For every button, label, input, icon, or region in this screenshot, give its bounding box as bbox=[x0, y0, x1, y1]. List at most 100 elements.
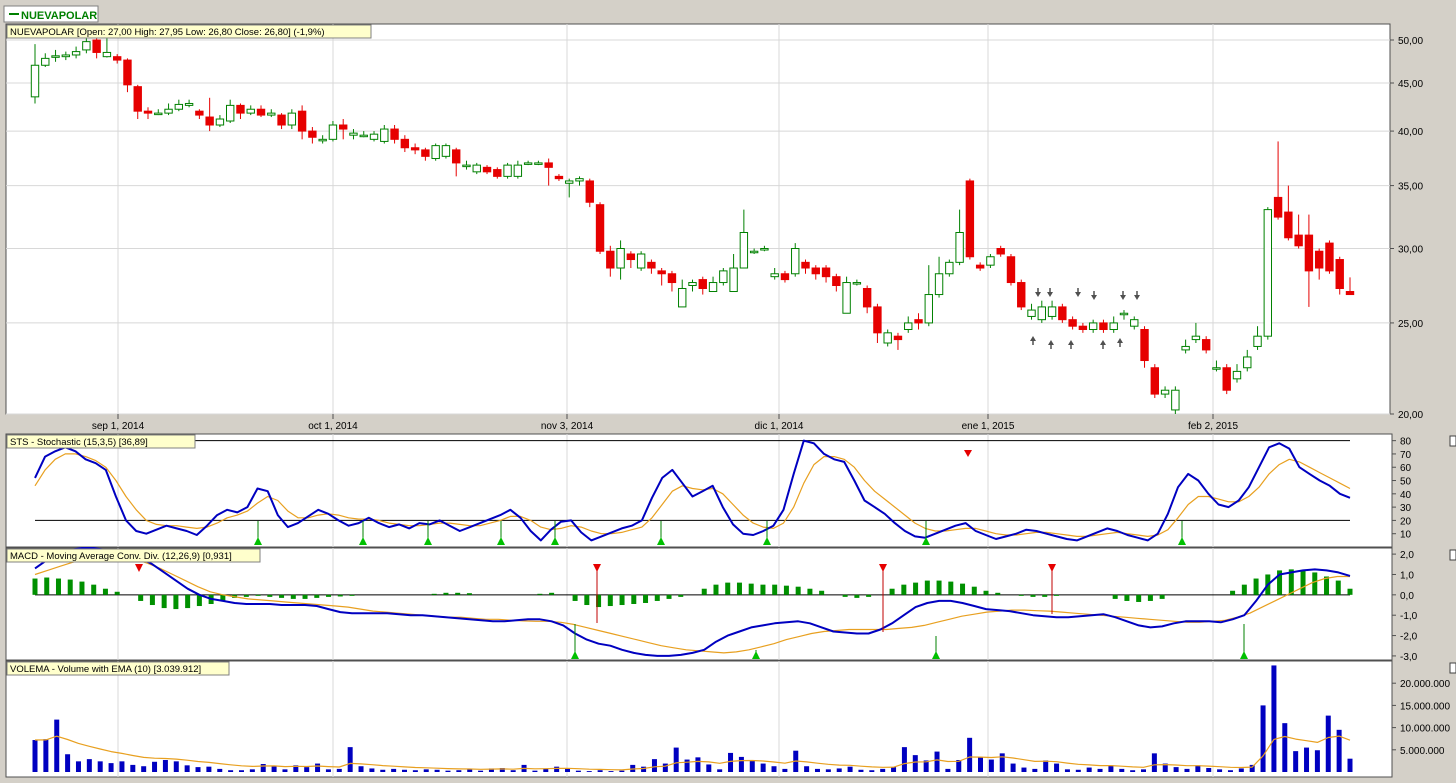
candle-down bbox=[801, 261, 810, 269]
macd-histogram-bar bbox=[455, 592, 461, 595]
volume-bar bbox=[945, 768, 951, 772]
candle-down bbox=[1058, 306, 1067, 321]
volume-bar bbox=[706, 764, 712, 772]
price-plot-area bbox=[5, 23, 1391, 415]
macd-histogram-bar bbox=[1112, 594, 1118, 599]
price-tick-label: 25,00 bbox=[1398, 319, 1423, 330]
volume-bar bbox=[1141, 769, 1147, 772]
volume-bar bbox=[412, 770, 418, 772]
volume-bar bbox=[1151, 753, 1157, 772]
volume-bar bbox=[336, 768, 342, 772]
volume-bar bbox=[195, 767, 201, 772]
candle-up bbox=[1160, 389, 1170, 395]
volume-bar bbox=[836, 768, 842, 772]
candle-down bbox=[92, 39, 101, 53]
candle-up bbox=[1119, 312, 1129, 316]
candle-up bbox=[904, 322, 913, 331]
macd-histogram-bar bbox=[772, 584, 778, 595]
volume-bar bbox=[554, 766, 560, 772]
candle-down bbox=[821, 267, 831, 278]
macd-histogram-bar bbox=[314, 594, 320, 598]
volume-bar bbox=[1032, 768, 1038, 772]
volume-bar bbox=[695, 757, 701, 772]
volume-bar bbox=[162, 760, 168, 772]
volume-bar bbox=[434, 769, 440, 772]
volume-bar bbox=[1043, 760, 1049, 772]
macd-histogram-bar bbox=[783, 585, 789, 595]
candle-up bbox=[1253, 335, 1262, 347]
macd-plot-area bbox=[5, 547, 1393, 661]
volume-bar bbox=[141, 766, 147, 772]
candle-down bbox=[1017, 282, 1026, 308]
candle-up bbox=[565, 180, 574, 184]
volume-bar bbox=[456, 770, 462, 772]
macd-histogram-bar bbox=[1347, 588, 1353, 595]
volume-collapse-button[interactable] bbox=[1449, 662, 1456, 674]
sts-collapse-button[interactable] bbox=[1449, 435, 1456, 447]
candle-up bbox=[1109, 322, 1118, 331]
candle-down bbox=[482, 166, 492, 173]
date-label: feb 2, 2015 bbox=[1188, 421, 1238, 432]
macd-histogram-bar bbox=[643, 594, 649, 603]
macd-histogram-bar bbox=[1030, 594, 1036, 597]
candle-up bbox=[719, 270, 728, 284]
volume-bar bbox=[402, 769, 408, 772]
candle-up bbox=[1171, 389, 1180, 411]
candle-down bbox=[143, 110, 153, 114]
macd-histogram-bar bbox=[866, 594, 872, 597]
candle-down bbox=[133, 86, 142, 112]
volume-bar bbox=[749, 760, 755, 772]
candle-up bbox=[102, 51, 112, 58]
volume-bar bbox=[86, 759, 92, 772]
candle-up bbox=[1212, 367, 1221, 370]
sts-panel-title: STS - Stochastic (15,3,5) [36,89] bbox=[10, 437, 148, 448]
candle-down bbox=[1006, 256, 1016, 284]
candle-up bbox=[934, 273, 944, 296]
stock-chart-window: NUEVAPOLAR 50,00 45,00 40,00 35,00 30,00 25,0… bbox=[0, 0, 1456, 783]
candle-up bbox=[349, 132, 358, 136]
symbol-tab[interactable]: NUEVAPOLAR bbox=[3, 5, 99, 23]
macd-histogram-bar bbox=[243, 594, 249, 597]
volume-bar bbox=[1271, 665, 1277, 772]
macd-panel-title: MACD - Moving Average Conv. Div. (12,26,… bbox=[10, 551, 232, 562]
volume-bar bbox=[510, 770, 516, 772]
macd-histogram-bar bbox=[666, 594, 672, 599]
sts-tick-label: 20 bbox=[1400, 516, 1412, 527]
volume-bar bbox=[891, 767, 897, 772]
volume-bar bbox=[1238, 768, 1244, 772]
sts-tick-label: 30 bbox=[1400, 503, 1412, 514]
volume-bar bbox=[206, 766, 212, 772]
volume-bar bbox=[478, 770, 484, 772]
macd-histogram-bar bbox=[1159, 594, 1165, 599]
volume-bar bbox=[1304, 747, 1310, 772]
volume-bar bbox=[912, 755, 918, 772]
macd-tick-label: 0,0 bbox=[1400, 591, 1414, 602]
macd-histogram-bar bbox=[1230, 590, 1236, 595]
volume-bar bbox=[586, 771, 592, 772]
candle-up bbox=[1130, 319, 1139, 327]
macd-histogram-bar bbox=[173, 594, 179, 610]
candle-down bbox=[1140, 329, 1149, 362]
volume-bar bbox=[934, 751, 940, 772]
candle-up bbox=[41, 57, 50, 66]
sts-tick-label: 60 bbox=[1400, 463, 1412, 474]
macd-histogram-bar bbox=[971, 586, 977, 595]
candle-up bbox=[523, 162, 533, 165]
candle-down bbox=[996, 248, 1005, 255]
candle-up bbox=[1181, 345, 1190, 351]
macd-histogram-bar bbox=[196, 594, 202, 607]
macd-histogram-bar bbox=[795, 586, 801, 595]
macd-histogram-bar bbox=[1136, 594, 1142, 602]
volume-bar bbox=[771, 766, 777, 772]
volume-tick-label: 20.000.000 bbox=[1400, 679, 1450, 690]
candle-down bbox=[1325, 242, 1334, 272]
symbol-tab-label: NUEVAPOLAR bbox=[21, 10, 97, 22]
candle-down bbox=[1222, 367, 1231, 391]
sts-panel: 80 70 60 50 40 30 20 10 STS - Stochastic (15,3,… bbox=[5, 433, 1456, 548]
macd-collapse-button[interactable] bbox=[1449, 549, 1456, 561]
volume-bar bbox=[804, 766, 810, 772]
candle-down bbox=[832, 276, 841, 287]
candle-up bbox=[534, 162, 543, 165]
candle-up bbox=[739, 231, 749, 269]
candle-down bbox=[698, 279, 707, 289]
